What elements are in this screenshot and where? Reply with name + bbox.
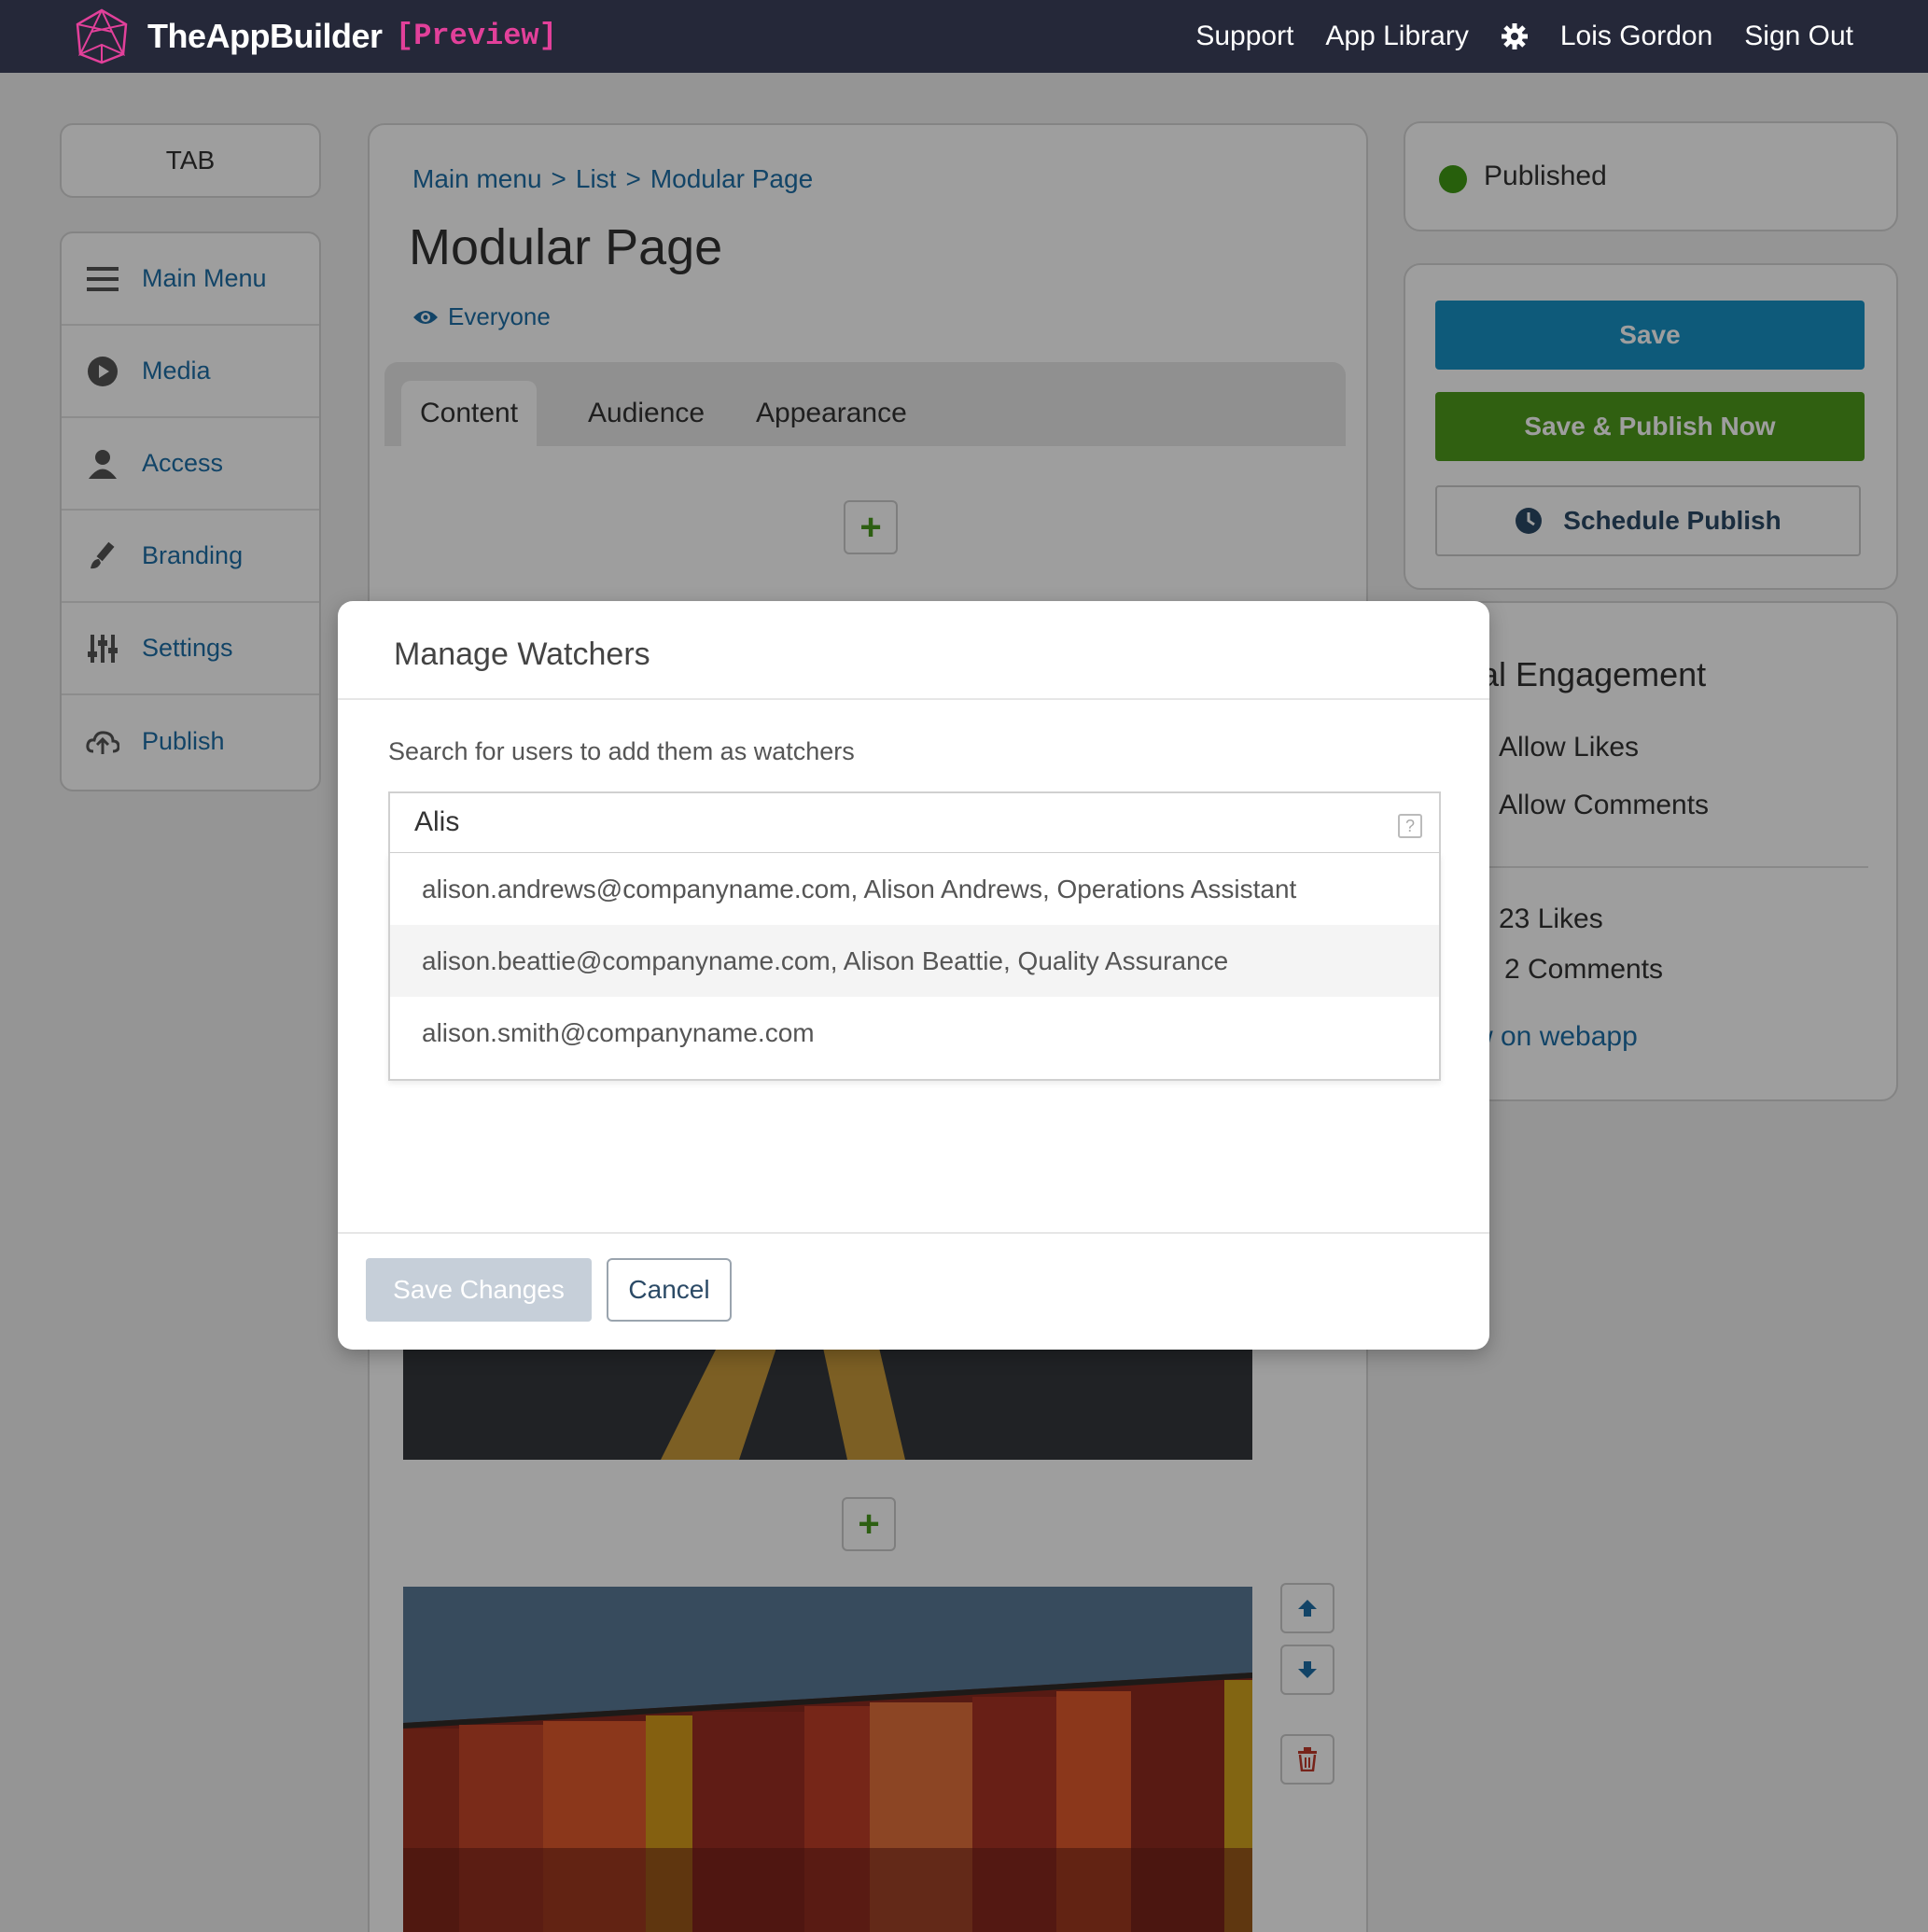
user-name-link[interactable]: Lois Gordon (1560, 21, 1712, 52)
modal-header: Manage Watchers (338, 601, 1489, 700)
search-result-item[interactable]: alison.beattie@companyname.com, Alison B… (390, 925, 1439, 997)
manage-watchers-modal: Manage Watchers Search for users to add … (338, 601, 1489, 1350)
watcher-search-box: ? (388, 791, 1441, 853)
support-link[interactable]: Support (1195, 21, 1293, 52)
modal-footer-divider (338, 1232, 1489, 1234)
search-results-dropdown: alison.andrews@companyname.com, Alison A… (388, 853, 1441, 1081)
modal-hint-text: Search for users to add them as watchers (388, 737, 855, 765)
app-library-link[interactable]: App Library (1325, 21, 1468, 52)
save-changes-button[interactable]: Save Changes (366, 1258, 592, 1322)
app-logo-text[interactable]: TheAppBuilder (147, 17, 383, 56)
watcher-search-input[interactable] (414, 793, 1385, 851)
search-result-item[interactable]: alison.smith@companyname.com (390, 997, 1439, 1069)
search-result-item[interactable]: alison.andrews@companyname.com, Alison A… (390, 853, 1439, 925)
modal-title: Manage Watchers (394, 637, 650, 672)
help-icon[interactable]: ? (1398, 814, 1422, 838)
sign-out-link[interactable]: Sign Out (1744, 21, 1853, 52)
gear-icon[interactable] (1501, 22, 1529, 50)
top-navbar: TheAppBuilder [Preview] Support App Libr… (0, 0, 1928, 73)
preview-tag: [Preview] (396, 19, 557, 53)
cancel-button[interactable]: Cancel (607, 1258, 732, 1322)
nav-links: Support App Library Lois Gordon Sign Out (1195, 0, 1853, 73)
logo-icon[interactable] (73, 7, 131, 65)
